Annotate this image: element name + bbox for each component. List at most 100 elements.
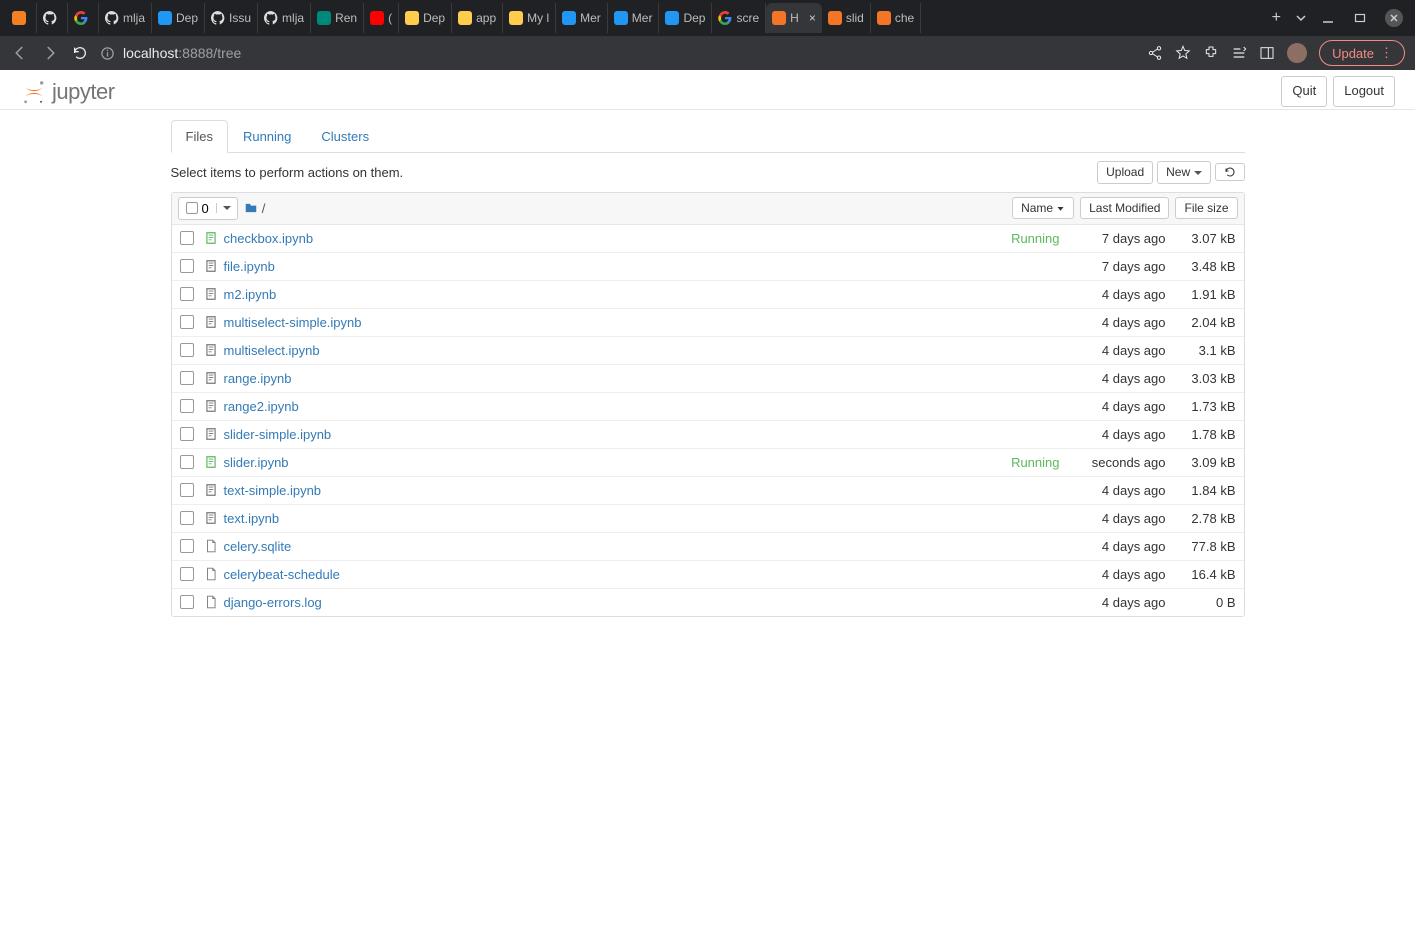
file-name-link[interactable]: checkbox.ipynb [224, 231, 314, 246]
jupyter-header: jupyter Quit Logout [0, 70, 1415, 110]
new-tab-button[interactable]: + [1272, 9, 1281, 27]
row-checkbox[interactable] [180, 343, 194, 357]
row-checkbox[interactable] [180, 539, 194, 553]
running-status: Running [1011, 231, 1069, 246]
close-tab-icon[interactable]: × [809, 11, 816, 25]
row-checkbox[interactable] [180, 287, 194, 301]
quit-button[interactable]: Quit [1281, 76, 1327, 106]
file-name-link[interactable]: celery.sqlite [224, 539, 292, 554]
select-dropdown[interactable] [216, 203, 237, 213]
row-checkbox[interactable] [180, 455, 194, 469]
browser-tab[interactable]: app [452, 3, 503, 33]
update-button[interactable]: Update ⋮ [1319, 40, 1405, 66]
row-checkbox[interactable] [180, 399, 194, 413]
file-name-link[interactable]: multiselect.ipynb [224, 343, 320, 358]
browser-tab[interactable]: ( [364, 3, 399, 33]
browser-tab[interactable]: slid [822, 3, 871, 33]
back-button[interactable] [10, 43, 30, 63]
selected-count: 0 [202, 201, 209, 216]
browser-tab[interactable]: mlja [258, 3, 311, 33]
row-checkbox[interactable] [180, 567, 194, 581]
folder-icon[interactable] [244, 201, 258, 215]
row-checkbox[interactable] [180, 595, 194, 609]
favicon-icon [105, 11, 119, 25]
browser-tab[interactable] [37, 3, 68, 33]
select-all-group[interactable]: 0 [178, 197, 238, 220]
sort-name-button[interactable]: Name [1012, 197, 1074, 219]
window-close-button[interactable] [1385, 9, 1403, 27]
file-name-link[interactable]: django-errors.log [224, 595, 322, 610]
browser-tab[interactable]: che [871, 3, 921, 33]
browser-tab[interactable]: Ren [311, 3, 364, 33]
browser-tab[interactable] [6, 3, 37, 33]
row-checkbox[interactable] [180, 315, 194, 329]
favicon-icon [264, 11, 278, 25]
window-minimize-button[interactable] [1321, 11, 1335, 25]
sort-modified-button[interactable]: Last Modified [1080, 197, 1169, 219]
tab-label: Dep [423, 11, 445, 25]
browser-tab[interactable]: H× [766, 3, 822, 33]
notebook-icon [204, 399, 218, 413]
favicon-icon [665, 11, 679, 25]
row-checkbox[interactable] [180, 483, 194, 497]
url-input[interactable]: localhost:8888/tree [100, 45, 1137, 61]
browser-tab[interactable]: My l [503, 3, 556, 33]
file-size: 3.48 kB [1174, 259, 1236, 274]
row-checkbox[interactable] [180, 511, 194, 525]
tab-running[interactable]: Running [228, 120, 306, 153]
tab-label: Dep [176, 11, 198, 25]
tab-dropdown-button[interactable] [1295, 12, 1307, 24]
site-info-icon[interactable] [100, 46, 115, 61]
file-modified: seconds ago [1070, 455, 1174, 470]
reload-button[interactable] [70, 43, 90, 63]
upload-button[interactable]: Upload [1097, 161, 1153, 184]
file-name-link[interactable]: slider.ipynb [224, 455, 289, 470]
profile-avatar[interactable] [1287, 43, 1307, 63]
tab-files[interactable]: Files [171, 120, 228, 153]
browser-tab[interactable]: Dep [152, 3, 205, 33]
browser-tab[interactable] [68, 3, 99, 33]
favicon-icon [74, 11, 88, 25]
sort-size-button[interactable]: File size [1175, 197, 1237, 219]
browser-tab[interactable]: scre [712, 3, 766, 33]
select-all-checkbox[interactable] [186, 202, 198, 214]
share-icon[interactable] [1147, 45, 1163, 61]
reading-list-icon[interactable] [1231, 45, 1247, 61]
refresh-button[interactable] [1215, 163, 1245, 181]
forward-button[interactable] [40, 43, 60, 63]
browser-tab[interactable]: Mer [608, 3, 660, 33]
file-name-link[interactable]: slider-simple.ipynb [224, 427, 332, 442]
file-row: slider-simple.ipynb 4 days ago 1.78 kB [172, 420, 1244, 448]
new-dropdown-button[interactable]: New [1157, 161, 1210, 184]
browser-tab[interactable]: Dep [399, 3, 452, 33]
row-checkbox[interactable] [180, 427, 194, 441]
file-name-link[interactable]: multiselect-simple.ipynb [224, 315, 362, 330]
file-name-link[interactable]: range2.ipynb [224, 399, 299, 414]
row-checkbox[interactable] [180, 259, 194, 273]
bookmark-icon[interactable] [1175, 45, 1191, 61]
file-name-link[interactable]: file.ipynb [224, 259, 275, 274]
browser-tab[interactable]: Dep [659, 3, 712, 33]
file-name-link[interactable]: text.ipynb [224, 511, 280, 526]
file-row: multiselect.ipynb 4 days ago 3.1 kB [172, 336, 1244, 364]
tab-label: mlja [282, 11, 304, 25]
browser-tab[interactable]: mlja [99, 3, 152, 33]
logout-button[interactable]: Logout [1333, 76, 1395, 106]
window-maximize-button[interactable] [1353, 11, 1367, 25]
file-name-link[interactable]: m2.ipynb [224, 287, 277, 302]
row-checkbox[interactable] [180, 371, 194, 385]
jupyter-logo[interactable]: jupyter [20, 78, 115, 106]
tab-label: Mer [632, 11, 653, 25]
file-name-link[interactable]: text-simple.ipynb [224, 483, 322, 498]
tab-label: mlja [123, 11, 145, 25]
file-name-link[interactable]: celerybeat-schedule [224, 567, 340, 582]
tab-label: Dep [683, 11, 705, 25]
row-checkbox[interactable] [180, 231, 194, 245]
file-name-link[interactable]: range.ipynb [224, 371, 292, 386]
extensions-icon[interactable] [1203, 45, 1219, 61]
side-panel-icon[interactable] [1259, 45, 1275, 61]
browser-tab[interactable]: Issu [205, 3, 258, 33]
breadcrumb-root[interactable]: / [262, 201, 266, 216]
tab-clusters[interactable]: Clusters [306, 120, 384, 153]
browser-tab[interactable]: Mer [556, 3, 608, 33]
